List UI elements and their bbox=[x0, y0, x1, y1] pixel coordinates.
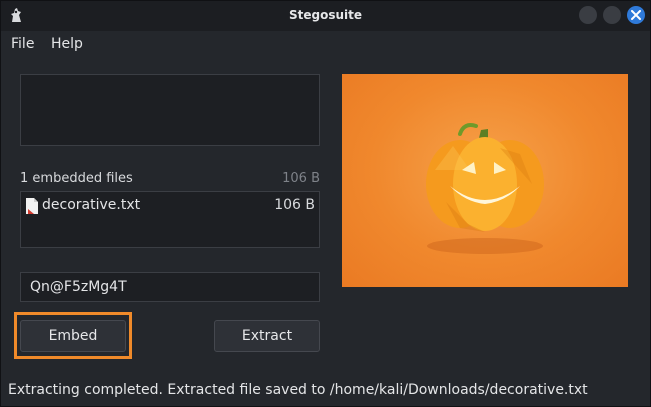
app-window: Stegosuite File Help 1 embedded files 10… bbox=[0, 0, 651, 407]
cover-image-preview[interactable] bbox=[342, 74, 628, 287]
menu-file[interactable]: File bbox=[11, 36, 34, 52]
embedded-files-list[interactable]: decorative.txt 106 B bbox=[20, 191, 320, 248]
embed-button[interactable]: Embed bbox=[20, 320, 126, 352]
status-bar-text: Extracting completed. Extracted file sav… bbox=[8, 382, 588, 398]
file-size: 106 B bbox=[274, 197, 315, 213]
embedded-files-header: 1 embedded files 106 B bbox=[20, 171, 320, 189]
maximize-button[interactable] bbox=[603, 6, 621, 24]
password-field[interactable] bbox=[20, 272, 320, 302]
menu-help[interactable]: Help bbox=[51, 36, 83, 52]
close-icon bbox=[631, 10, 641, 20]
close-button[interactable] bbox=[627, 6, 645, 24]
minimize-button[interactable] bbox=[579, 6, 597, 24]
embedded-files-total-size: 106 B bbox=[282, 171, 320, 186]
pumpkin-image bbox=[426, 123, 544, 254]
embedded-files-count: 1 embedded files bbox=[20, 171, 133, 186]
window-title: Stegosuite bbox=[288, 8, 363, 22]
file-name: decorative.txt bbox=[42, 197, 141, 213]
text-file-icon bbox=[26, 198, 38, 214]
password-input[interactable] bbox=[21, 273, 319, 301]
message-textarea[interactable] bbox=[20, 74, 320, 146]
title-bar[interactable]: Stegosuite bbox=[1, 1, 650, 31]
extract-button[interactable]: Extract bbox=[214, 320, 320, 352]
list-item[interactable]: decorative.txt 106 B bbox=[25, 197, 315, 215]
menu-bar: File Help bbox=[1, 31, 650, 57]
